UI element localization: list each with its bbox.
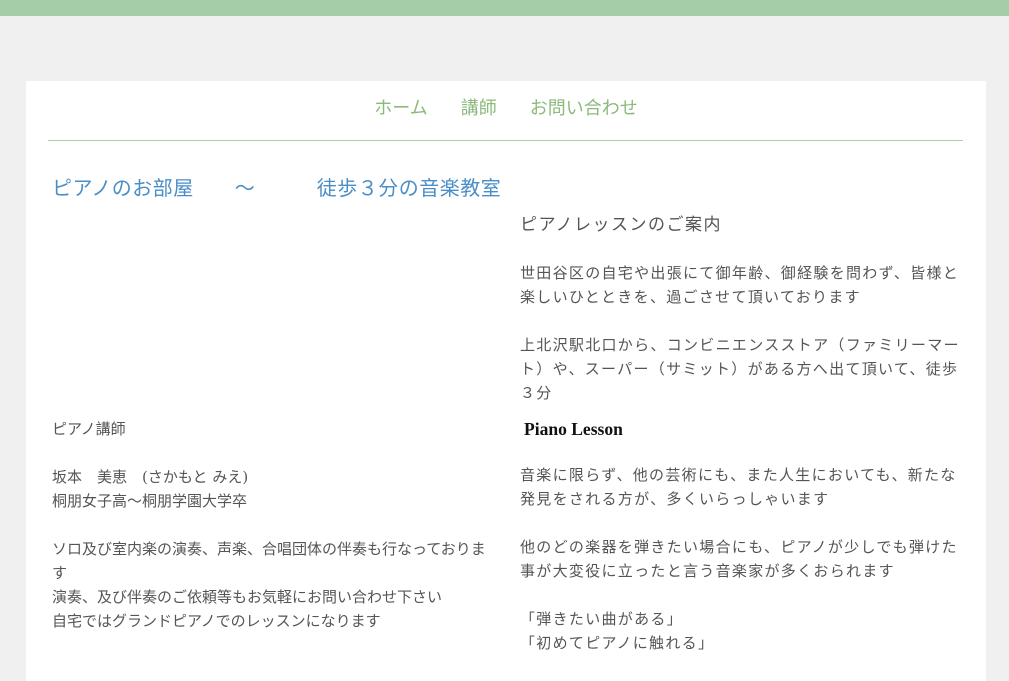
nav-home-link[interactable]: ホーム [374,97,427,121]
teacher-column: ピアノ講師 坂本 美恵 (さかもと みえ) 桐朋女子高〜桐朋学園大学卒 ソロ及び… [52,417,492,633]
teacher-bio-3: 自宅ではグランドピアノでのレッスンになります [52,612,381,630]
nav-teacher-link[interactable]: 講師 [461,97,497,121]
top-accent-band [0,0,1009,16]
teacher-education: 桐朋女子高〜桐朋学園大学卒 [52,492,248,510]
piano-lesson-heading: Piano Lesson [524,419,623,439]
lesson-info-title: ピアノレッスンのご案内 [520,215,722,235]
content-card: ホーム 講師 お問い合わせ ピアノのお部屋 〜 徒歩３分の音楽教室 ピアノレッス… [26,81,986,681]
piano-lesson-paragraph-2: 他のどの楽器を弾きたい場合にも、ピアノが少しでも弾けた事が大変役に立ったと言う音… [520,538,958,580]
teacher-heading: ピアノ講師 [52,420,126,438]
site-title: ピアノのお部屋 〜 徒歩３分の音楽教室 [52,176,502,200]
lesson-info-paragraph-1: 世田谷区の自宅や出張にて御年齢、御経験を問わず、皆様と楽しいひとときを、過ごさせ… [520,264,960,306]
teacher-name: 坂本 美恵 (さかもと みえ) [52,468,249,486]
piano-lesson-paragraph-1: 音楽に限らず、他の芸術にも、また人生においても、新たな発見をされる方が、多くいら… [520,466,957,508]
piano-lesson-quote-1: 「弾きたい曲がある」 [520,610,684,628]
nav-divider [48,140,963,141]
main-nav: ホーム 講師 お問い合わせ [26,97,986,121]
lesson-info-column: ピアノレッスンのご案内 世田谷区の自宅や出張にて御年齢、御経験を問わず、皆様と楽… [520,213,960,655]
nav-contact-link[interactable]: お問い合わせ [530,97,638,121]
lesson-info-paragraph-2: 上北沢駅北口から、コンビニエンスストア（ファミリーマート）や、スーパー（サミット… [520,336,960,402]
teacher-bio-1: ソロ及び室内楽の演奏、声楽、合唱団体の伴奏も行なっております [52,540,486,582]
piano-lesson-quote-2: 「初めてピアノに触れる」 [520,634,715,652]
teacher-bio-2: 演奏、及び伴奏のご依頼等もお気軽にお問い合わせ下さい [52,588,443,606]
